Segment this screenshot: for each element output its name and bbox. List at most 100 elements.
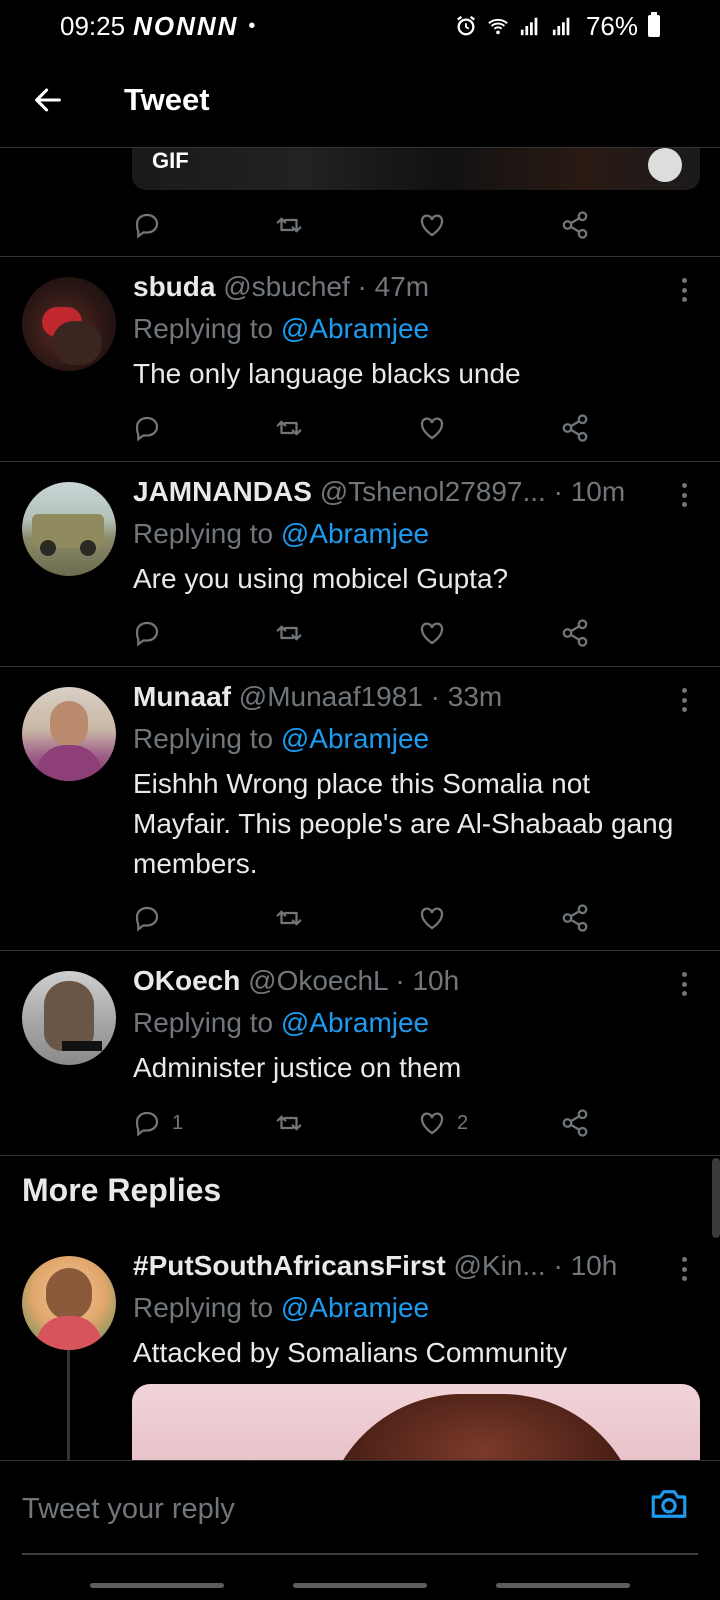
top-app-bar: Tweet xyxy=(0,52,720,148)
reply-composer xyxy=(0,1460,720,1600)
like-button[interactable]: 2 xyxy=(417,1108,468,1138)
avatar[interactable] xyxy=(22,1256,116,1350)
gif-badge: GIF xyxy=(152,148,189,173)
more-options-button[interactable] xyxy=(672,1254,696,1284)
retweet-button[interactable] xyxy=(274,210,304,240)
heart-icon xyxy=(420,214,444,237)
tweet-text: Attacked by Somalians Community xyxy=(133,1337,568,1368)
reply-input[interactable] xyxy=(22,1489,622,1529)
divider xyxy=(0,1155,720,1156)
signal-icon xyxy=(520,17,538,36)
retweet-icon xyxy=(276,217,302,233)
reply-button[interactable] xyxy=(132,618,162,648)
retweet-button[interactable] xyxy=(274,413,304,443)
like-button[interactable] xyxy=(417,618,447,648)
arrow-left-icon xyxy=(35,88,61,111)
replying-handle-link[interactable]: @Abramjee xyxy=(281,313,429,344)
replying-handle-link[interactable]: @Abramjee xyxy=(281,723,429,754)
replying-label: Replying to xyxy=(133,313,274,344)
author-name[interactable]: #PutSouthAfricansFirst xyxy=(133,1250,446,1281)
camera-icon xyxy=(651,1490,687,1518)
scrollbar-thumb[interactable] xyxy=(712,1158,720,1238)
heart-icon xyxy=(420,1112,444,1135)
author-name[interactable]: Munaaf xyxy=(133,681,231,712)
author-handle[interactable]: @Munaaf1981 xyxy=(239,681,423,712)
tweet-header: Munaaf @Munaaf1981 · 33m xyxy=(133,681,672,713)
more-replies-heading: More Replies xyxy=(22,1172,222,1208)
replying-label: Replying to xyxy=(133,1292,274,1323)
share-button[interactable] xyxy=(560,210,590,240)
tweet-header: sbuda @sbuchef · 47m xyxy=(133,271,672,303)
reply-icon xyxy=(135,416,159,442)
reply-button[interactable] xyxy=(132,413,162,443)
replying-to: Replying to @Abramjee xyxy=(133,313,429,345)
status-time: 09:25 xyxy=(60,10,126,41)
author-handle[interactable]: @OkoechL xyxy=(248,965,387,996)
back-button[interactable] xyxy=(18,70,78,130)
tweet-actions xyxy=(132,613,612,653)
reply-button[interactable] xyxy=(132,903,162,933)
retweet-icon xyxy=(276,420,302,436)
signal-icon-2 xyxy=(552,17,570,36)
share-button[interactable] xyxy=(560,903,590,933)
alarm-icon xyxy=(457,15,475,36)
more-options-button[interactable] xyxy=(672,685,696,715)
avatar[interactable] xyxy=(22,687,116,781)
tweet-time: · 10h xyxy=(553,1250,618,1281)
share-button[interactable] xyxy=(560,413,590,443)
tweet-time: · 33m xyxy=(430,681,503,712)
like-count: 2 xyxy=(457,1111,469,1134)
replying-handle-link[interactable]: @Abramjee xyxy=(281,518,429,549)
author-handle[interactable]: @sbuchef xyxy=(223,271,350,302)
replying-label: Replying to xyxy=(133,723,274,754)
reply-button[interactable] xyxy=(132,210,162,240)
avatar[interactable] xyxy=(22,277,116,371)
replying-handle-link[interactable]: @Abramjee xyxy=(281,1292,429,1323)
author-name[interactable]: OKoech xyxy=(133,965,240,996)
retweet-button[interactable] xyxy=(274,618,304,648)
replying-handle-link[interactable]: @Abramjee xyxy=(281,1007,429,1038)
more-options-button[interactable] xyxy=(672,969,696,999)
retweet-button[interactable] xyxy=(274,1108,304,1138)
status-dot: • xyxy=(248,14,256,37)
tweet-image[interactable] xyxy=(132,1384,700,1464)
tweet-text: Administer justice on them xyxy=(133,1052,462,1083)
share-button[interactable] xyxy=(560,1108,590,1138)
thread-line xyxy=(67,1350,70,1460)
heart-icon xyxy=(420,907,444,930)
tweet-header: OKoech @OkoechL · 10h xyxy=(133,965,672,997)
retweet-icon xyxy=(276,625,302,641)
like-button[interactable] xyxy=(417,413,447,443)
battery-icon xyxy=(648,12,660,37)
nav-back[interactable] xyxy=(496,1583,630,1588)
retweet-icon xyxy=(276,1115,302,1131)
retweet-button[interactable] xyxy=(274,903,304,933)
wifi-icon xyxy=(488,18,508,35)
retweet-icon xyxy=(276,910,302,926)
reply-button[interactable]: 1 xyxy=(132,1108,183,1138)
tweet-header: JAMNANDAS @Tshenol27897... · 10m xyxy=(133,476,672,508)
like-button[interactable] xyxy=(417,903,447,933)
nav-home[interactable] xyxy=(293,1583,427,1588)
replying-to: Replying to @Abramjee xyxy=(133,1007,429,1039)
gif-media[interactable]: GIF xyxy=(132,148,700,190)
nav-recent-apps[interactable] xyxy=(90,1583,224,1588)
author-handle[interactable]: @Kin... xyxy=(453,1250,545,1281)
replying-to: Replying to @Abramjee xyxy=(133,723,429,755)
avatar[interactable] xyxy=(22,971,116,1065)
camera-button[interactable] xyxy=(648,1483,690,1525)
author-handle[interactable]: @Tshenol27897... xyxy=(320,476,546,507)
more-options-button[interactable] xyxy=(672,275,696,305)
tweet-header: #PutSouthAfricansFirst @Kin... · 10h xyxy=(133,1250,672,1282)
tweet-actions xyxy=(132,898,612,938)
like-button[interactable] xyxy=(417,210,447,240)
more-options-button[interactable] xyxy=(672,480,696,510)
tweet-actions: 1 2 xyxy=(132,1103,612,1143)
reply-icon xyxy=(135,1111,159,1137)
reply-icon xyxy=(135,906,159,932)
author-name[interactable]: sbuda xyxy=(133,271,215,302)
share-button[interactable] xyxy=(560,618,590,648)
author-name[interactable]: JAMNANDAS xyxy=(133,476,312,507)
page-title: Tweet xyxy=(124,81,210,117)
avatar[interactable] xyxy=(22,482,116,576)
